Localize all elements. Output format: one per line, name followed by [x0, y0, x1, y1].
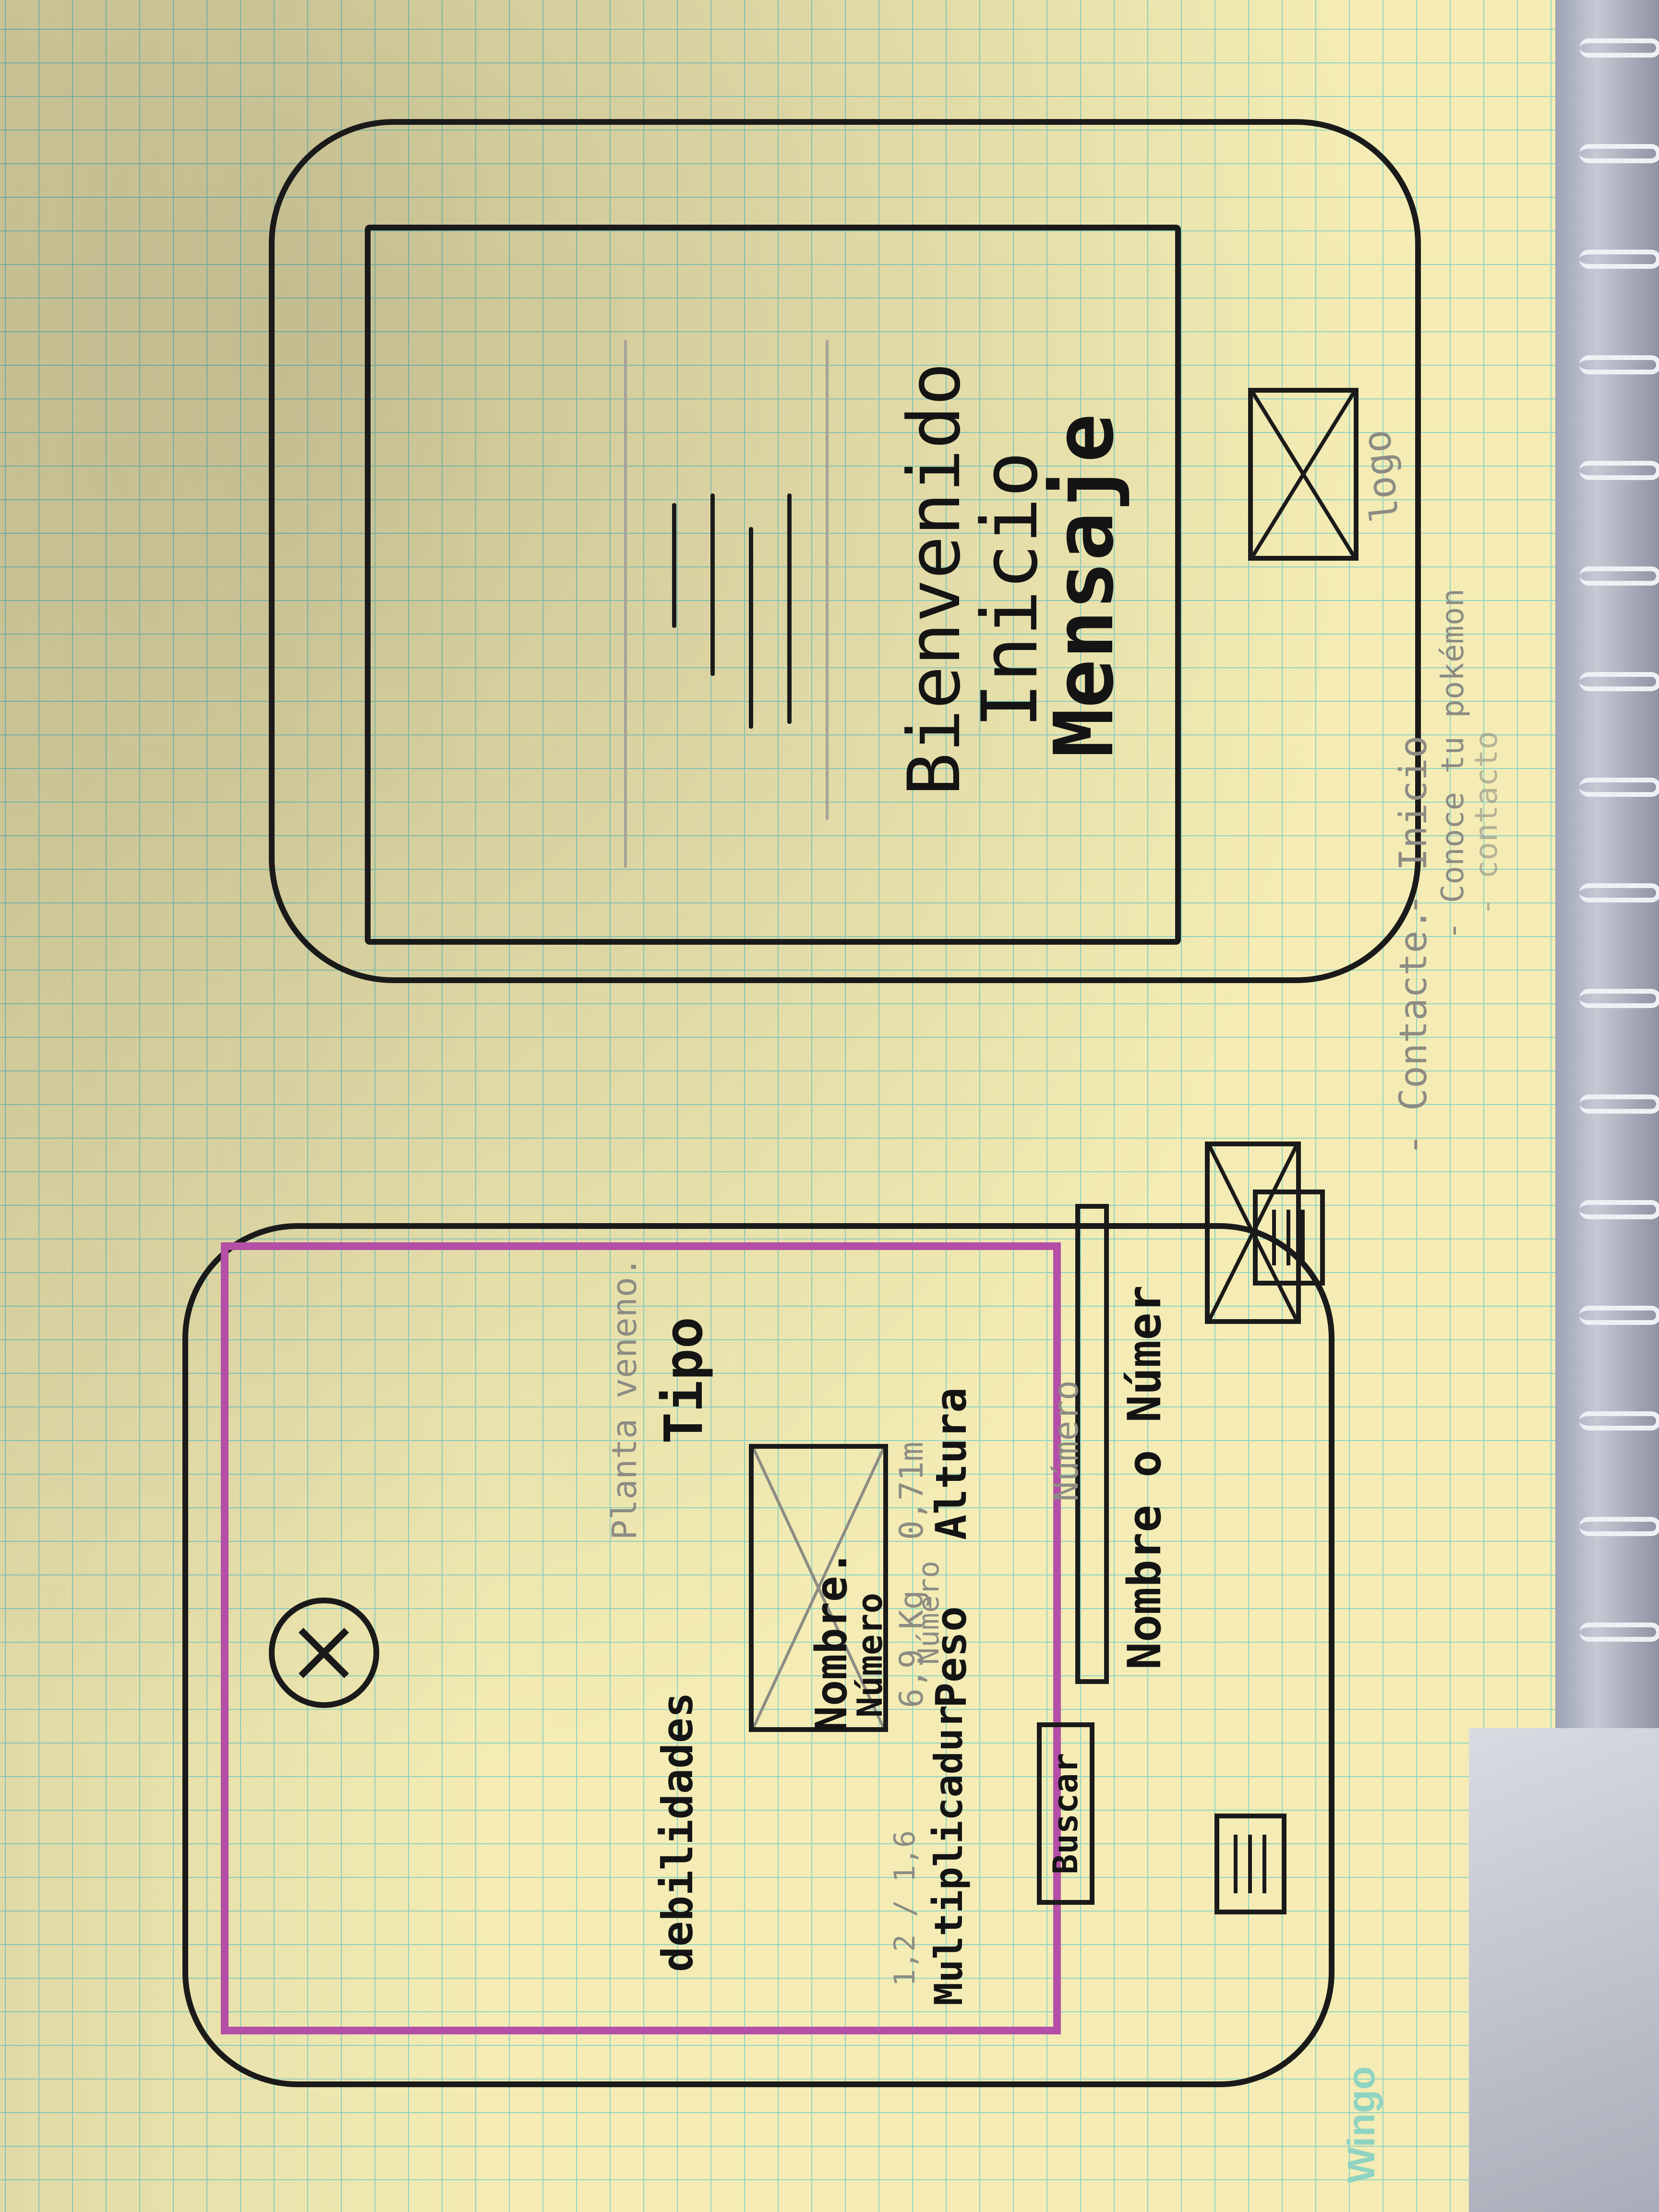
text-placeholder-line: [624, 340, 627, 868]
stat-label: Altura: [926, 1387, 976, 1540]
annotation-menu-item: - Inicio: [1392, 735, 1435, 916]
stat-label: Peso: [926, 1606, 976, 1708]
logo-placeholder-icon: [1205, 1142, 1301, 1324]
logo-placeholder-icon: [1248, 388, 1358, 561]
search-placeholder: Nombre o Númer: [1118, 1285, 1171, 1670]
close-icon[interactable]: [269, 1598, 379, 1708]
annotation-menu-item: - contacto: [1469, 731, 1504, 916]
text-placeholder-line: [749, 527, 753, 729]
welcome-message-line: Inicio: [965, 451, 1055, 729]
text-placeholder-line: [710, 493, 715, 676]
type-label: Tipo: [653, 1317, 714, 1444]
stat-value: 6,9 Kg: [893, 1590, 931, 1708]
stat-value: 0,71m: [893, 1442, 931, 1540]
paper-brand-logo: Wingo: [1340, 2066, 1382, 2183]
sketch-layer: logo - Inicio - Conoce tu pokémon - cont…: [0, 0, 1659, 2212]
pokemon-name-caption: Nombre.: [806, 1550, 857, 1732]
weakness-label: debilidades: [653, 1692, 702, 1972]
text-placeholder-line: [787, 493, 792, 724]
hamburger-menu-icon[interactable]: [1214, 1814, 1286, 1914]
text-placeholder-line: [826, 340, 829, 820]
type-value: Planta veneno.: [605, 1256, 644, 1540]
welcome-message-line: Bienvenido: [893, 362, 976, 796]
text-placeholder-line: [672, 503, 676, 628]
search-button-label: Buscar: [1046, 1753, 1085, 1875]
search-button[interactable]: Buscar: [1037, 1722, 1094, 1905]
stat-label: Multiplicadur: [926, 1705, 971, 2006]
annotation-menu-item: - Contacte.: [1392, 908, 1435, 1156]
annotation-logo: logo: [1354, 428, 1408, 525]
annotation-menu-item: - Conoce tu pokémon: [1435, 588, 1471, 940]
search-value: Número: [1046, 1380, 1086, 1502]
stat-value: 1,2 / 1,6: [888, 1830, 922, 1986]
